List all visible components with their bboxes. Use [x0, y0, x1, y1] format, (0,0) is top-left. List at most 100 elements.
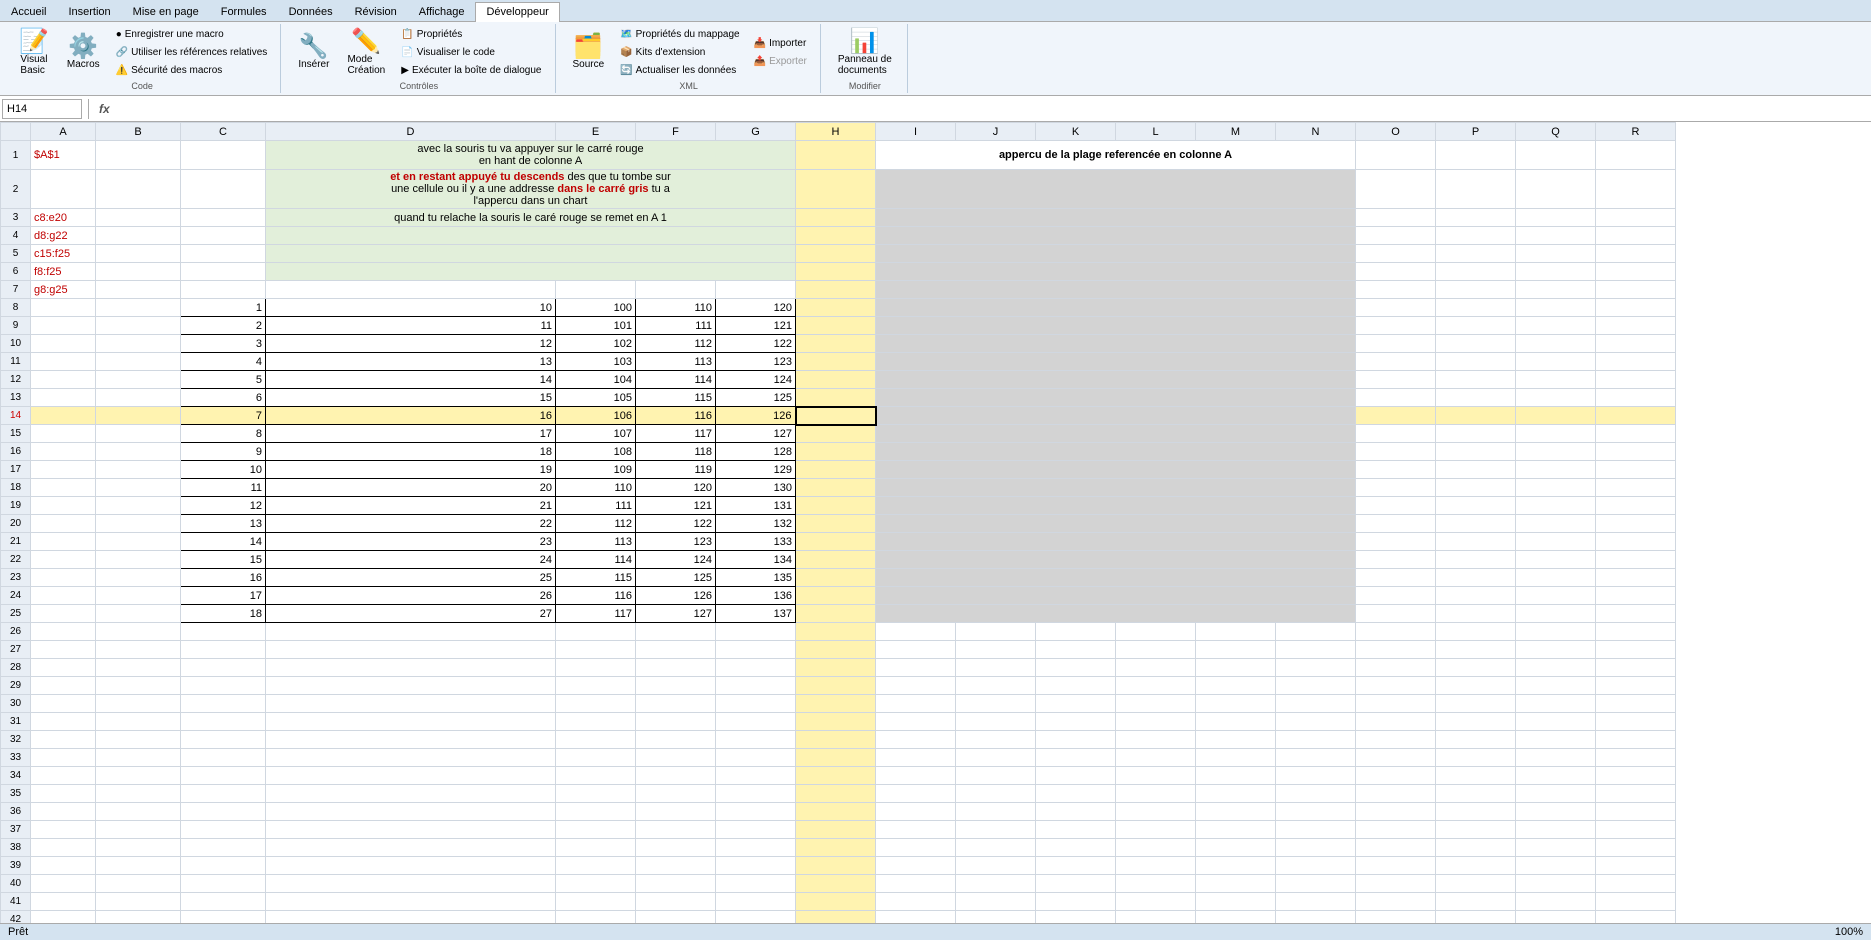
cell-r11-c6[interactable]: 113 — [636, 353, 716, 371]
cell-r28-c7[interactable] — [716, 659, 796, 677]
cell-r11-c16[interactable] — [1436, 353, 1516, 371]
cell-r41-c12[interactable] — [1116, 893, 1196, 911]
cell-r10-c18[interactable] — [1596, 335, 1676, 353]
cell-r9-c5[interactable]: 101 — [556, 317, 636, 335]
cell-r10-c6[interactable]: 112 — [636, 335, 716, 353]
cell-r41-c15[interactable] — [1356, 893, 1436, 911]
col-header-o[interactable]: O — [1356, 123, 1436, 141]
col-header-a[interactable]: A — [31, 123, 96, 141]
cell-r31-c13[interactable] — [1196, 713, 1276, 731]
cell-r12-c6[interactable]: 114 — [636, 371, 716, 389]
cell-r8-c15[interactable] — [1356, 299, 1436, 317]
cell-r21-c4[interactable]: 23 — [266, 533, 556, 551]
cell-r25-c4[interactable]: 27 — [266, 605, 556, 623]
cell-r27-c14[interactable] — [1276, 641, 1356, 659]
cell-r5-c8[interactable] — [796, 245, 876, 263]
tab-accueil[interactable]: Accueil — [0, 2, 57, 21]
grid-wrapper[interactable]: A B C D E F G H I J K L M N O P Q — [0, 122, 1871, 923]
cell-r26-c6[interactable] — [636, 623, 716, 641]
col-header-c[interactable]: C — [181, 123, 266, 141]
cell-r26-c1[interactable] — [31, 623, 96, 641]
cell-r33-c1[interactable] — [31, 749, 96, 767]
cell-r17-c15[interactable] — [1356, 461, 1436, 479]
cell-r14-c17[interactable] — [1516, 407, 1596, 425]
cell-r37-c2[interactable] — [96, 821, 181, 839]
cell-r39-c10[interactable] — [956, 857, 1036, 875]
cell-r7-c15[interactable] — [1356, 281, 1436, 299]
cell-r26-c4[interactable] — [266, 623, 556, 641]
cell-r41-c5[interactable] — [556, 893, 636, 911]
cell-r19-c1[interactable] — [31, 497, 96, 515]
cell-r12-c9[interactable] — [876, 371, 1356, 389]
cell-r38-c7[interactable] — [716, 839, 796, 857]
cell-r7-c17[interactable] — [1516, 281, 1596, 299]
cell-r38-c16[interactable] — [1436, 839, 1516, 857]
cell-r26-c2[interactable] — [96, 623, 181, 641]
cell-r33-c3[interactable] — [181, 749, 266, 767]
cell-r24-c16[interactable] — [1436, 587, 1516, 605]
cell-r1-c17[interactable] — [1516, 141, 1596, 170]
cell-r2-c9[interactable] — [876, 170, 1356, 209]
cell-r38-c13[interactable] — [1196, 839, 1276, 857]
cell-r13-c7[interactable]: 125 — [716, 389, 796, 407]
cell-r12-c7[interactable]: 124 — [716, 371, 796, 389]
cell-r36-c14[interactable] — [1276, 803, 1356, 821]
cell-r42-c15[interactable] — [1356, 911, 1436, 924]
cell-r33-c18[interactable] — [1596, 749, 1676, 767]
cell-r9-c6[interactable]: 111 — [636, 317, 716, 335]
cell-r22-c6[interactable]: 124 — [636, 551, 716, 569]
cell-r29-c13[interactable] — [1196, 677, 1276, 695]
cell-r4-c1[interactable]: d8:g22 — [31, 227, 96, 245]
cell-r38-c11[interactable] — [1036, 839, 1116, 857]
cell-r34-c4[interactable] — [266, 767, 556, 785]
cell-r25-c17[interactable] — [1516, 605, 1596, 623]
cell-r15-c6[interactable]: 117 — [636, 425, 716, 443]
cell-r3-c17[interactable] — [1516, 209, 1596, 227]
cell-r18-c3[interactable]: 11 — [181, 479, 266, 497]
cell-r13-c6[interactable]: 115 — [636, 389, 716, 407]
cell-r30-c14[interactable] — [1276, 695, 1356, 713]
cell-r16-c15[interactable] — [1356, 443, 1436, 461]
cell-r37-c17[interactable] — [1516, 821, 1596, 839]
cell-r19-c9[interactable] — [876, 497, 1356, 515]
cell-r36-c9[interactable] — [876, 803, 956, 821]
cell-r4-c15[interactable] — [1356, 227, 1436, 245]
cell-r13-c5[interactable]: 105 — [556, 389, 636, 407]
cell-r19-c17[interactable] — [1516, 497, 1596, 515]
cell-r31-c4[interactable] — [266, 713, 556, 731]
cell-r20-c2[interactable] — [96, 515, 181, 533]
cell-r3-c8[interactable] — [796, 209, 876, 227]
cell-r9-c7[interactable]: 121 — [716, 317, 796, 335]
cell-r15-c3[interactable]: 8 — [181, 425, 266, 443]
cell-r20-c1[interactable] — [31, 515, 96, 533]
col-header-l[interactable]: L — [1116, 123, 1196, 141]
cell-r21-c3[interactable]: 14 — [181, 533, 266, 551]
cell-r41-c9[interactable] — [876, 893, 956, 911]
cell-r30-c8[interactable] — [796, 695, 876, 713]
cell-r7-c16[interactable] — [1436, 281, 1516, 299]
cell-r38-c4[interactable] — [266, 839, 556, 857]
cell-r35-c3[interactable] — [181, 785, 266, 803]
cell-r13-c18[interactable] — [1596, 389, 1676, 407]
kits-extension-button[interactable]: 📦 Kits d'extension — [615, 44, 744, 61]
cell-r9-c17[interactable] — [1516, 317, 1596, 335]
cell-r14-c6[interactable]: 116 — [636, 407, 716, 425]
cell-r27-c4[interactable] — [266, 641, 556, 659]
cell-r33-c5[interactable] — [556, 749, 636, 767]
cell-r17-c2[interactable] — [96, 461, 181, 479]
cell-r29-c2[interactable] — [96, 677, 181, 695]
cell-r27-c16[interactable] — [1436, 641, 1516, 659]
cell-r30-c3[interactable] — [181, 695, 266, 713]
cell-r9-c3[interactable]: 2 — [181, 317, 266, 335]
cell-r6-c8[interactable] — [796, 263, 876, 281]
cell-r30-c12[interactable] — [1116, 695, 1196, 713]
cell-r42-c17[interactable] — [1516, 911, 1596, 924]
cell-r22-c3[interactable]: 15 — [181, 551, 266, 569]
cell-r28-c15[interactable] — [1356, 659, 1436, 677]
cell-r37-c18[interactable] — [1596, 821, 1676, 839]
cell-r26-c7[interactable] — [716, 623, 796, 641]
cell-r30-c4[interactable] — [266, 695, 556, 713]
cell-r31-c7[interactable] — [716, 713, 796, 731]
cell-r28-c14[interactable] — [1276, 659, 1356, 677]
cell-r23-c16[interactable] — [1436, 569, 1516, 587]
